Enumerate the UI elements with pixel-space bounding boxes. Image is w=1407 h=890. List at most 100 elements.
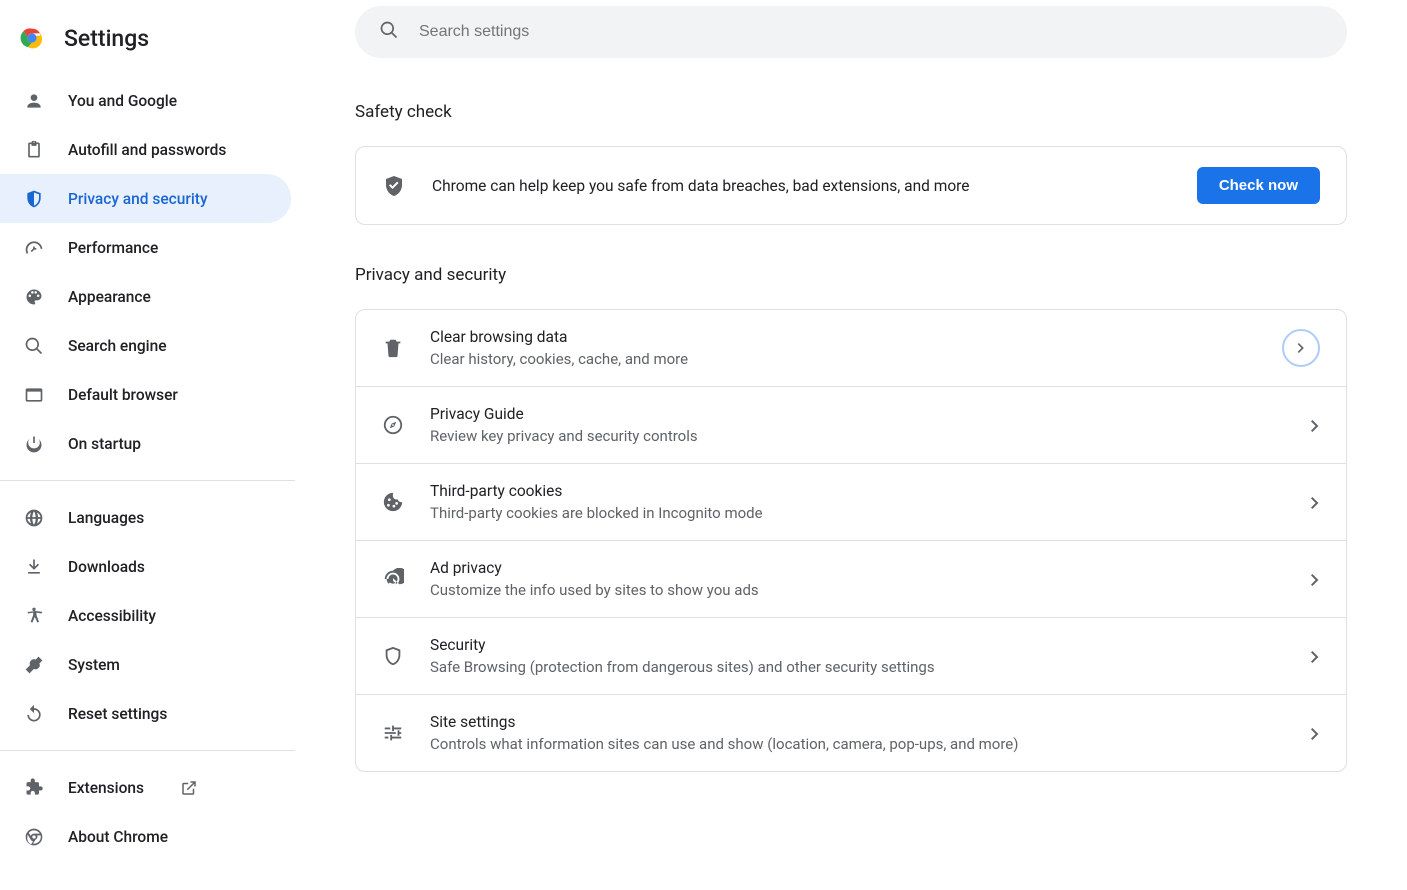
sidebar-item-label: System — [68, 656, 120, 674]
sidebar: Settings You and Google Autofill and pas… — [0, 0, 295, 890]
sidebar-item-performance[interactable]: Performance — [0, 223, 291, 272]
chrome-logo-icon — [18, 24, 46, 52]
search-icon — [24, 336, 44, 356]
shield-icon — [24, 189, 44, 209]
page-title: Settings — [64, 25, 149, 52]
safety-check-row: Chrome can help keep you safe from data … — [356, 147, 1346, 224]
restore-icon — [24, 704, 44, 724]
sidebar-item-label: You and Google — [68, 92, 177, 110]
row-subtitle: Controls what information sites can use … — [430, 735, 1284, 753]
sidebar-item-label: Appearance — [68, 288, 151, 306]
speedometer-icon — [24, 238, 44, 258]
shield-check-icon — [382, 174, 406, 198]
sidebar-item-label: Downloads — [68, 558, 145, 576]
sidebar-item-label: Privacy and security — [68, 190, 208, 208]
row-text: Security Safe Browsing (protection from … — [430, 636, 1284, 676]
row-subtitle: Safe Browsing (protection from dangerous… — [430, 658, 1284, 676]
sidebar-item-default-browser[interactable]: Default browser — [0, 370, 291, 419]
wrench-icon — [24, 655, 44, 675]
row-title: Ad privacy — [430, 559, 1284, 577]
sidebar-item-reset[interactable]: Reset settings — [0, 689, 291, 738]
row-third-party-cookies[interactable]: Third-party cookies Third-party cookies … — [356, 463, 1346, 540]
sidebar-item-label: Languages — [68, 509, 144, 527]
main-content: Safety check Chrome can help keep you sa… — [295, 0, 1407, 890]
row-title: Third-party cookies — [430, 482, 1284, 500]
cookie-icon — [382, 491, 404, 513]
power-icon — [24, 434, 44, 454]
chevron-right-icon — [1310, 497, 1320, 507]
row-text: Privacy Guide Review key privacy and sec… — [430, 405, 1284, 445]
shield-outline-icon — [382, 645, 404, 667]
chrome-outline-icon — [24, 827, 44, 847]
row-title: Security — [430, 636, 1284, 654]
row-subtitle: Clear history, cookies, cache, and more — [430, 350, 1256, 368]
row-subtitle: Review key privacy and security controls — [430, 427, 1284, 445]
search-bar[interactable] — [355, 6, 1347, 58]
extension-icon — [24, 778, 44, 798]
privacy-security-heading: Privacy and security — [355, 265, 1347, 285]
sidebar-item-languages[interactable]: Languages — [0, 493, 291, 542]
sidebar-item-system[interactable]: System — [0, 640, 291, 689]
sidebar-item-on-startup[interactable]: On startup — [0, 419, 291, 468]
row-site-settings[interactable]: Site settings Controls what information … — [356, 694, 1346, 771]
open-in-new-icon — [180, 779, 198, 797]
sidebar-nav: You and Google Autofill and passwords Pr… — [0, 76, 295, 861]
sidebar-item-downloads[interactable]: Downloads — [0, 542, 291, 591]
sidebar-item-label: Accessibility — [68, 607, 156, 625]
row-ad-privacy[interactable]: Ad privacy Customize the info used by si… — [356, 540, 1346, 617]
sliders-icon — [382, 722, 404, 744]
chevron-right-icon — [1310, 420, 1320, 430]
row-subtitle: Third-party cookies are blocked in Incog… — [430, 504, 1284, 522]
accessibility-icon — [24, 606, 44, 626]
sidebar-item-label: About Chrome — [68, 828, 168, 846]
row-privacy-guide[interactable]: Privacy Guide Review key privacy and sec… — [356, 386, 1346, 463]
person-icon — [24, 91, 44, 111]
chevron-right-icon — [1310, 651, 1320, 661]
clipboard-icon — [24, 140, 44, 160]
sidebar-item-search-engine[interactable]: Search engine — [0, 321, 291, 370]
sidebar-item-label: Performance — [68, 239, 158, 257]
privacy-security-card: Clear browsing data Clear history, cooki… — [355, 309, 1347, 772]
download-icon — [24, 557, 44, 577]
sidebar-item-accessibility[interactable]: Accessibility — [0, 591, 291, 640]
row-text: Third-party cookies Third-party cookies … — [430, 482, 1284, 522]
row-subtitle: Customize the info used by sites to show… — [430, 581, 1284, 599]
ad-privacy-icon — [382, 568, 404, 590]
sidebar-item-label: Reset settings — [68, 705, 167, 723]
sidebar-item-about[interactable]: About Chrome — [0, 812, 291, 861]
chevron-right-icon — [1310, 574, 1320, 584]
chevron-right-icon — [1310, 728, 1320, 738]
sidebar-item-privacy[interactable]: Privacy and security — [0, 174, 291, 223]
sidebar-item-you-and-google[interactable]: You and Google — [0, 76, 291, 125]
sidebar-item-label: Default browser — [68, 386, 178, 404]
search-input[interactable] — [419, 23, 1323, 41]
sidebar-item-label: Search engine — [68, 337, 167, 355]
sidebar-item-label: Autofill and passwords — [68, 141, 226, 159]
palette-icon — [24, 287, 44, 307]
chevron-right-icon — [1282, 329, 1320, 367]
safety-check-heading: Safety check — [355, 102, 1347, 122]
row-title: Privacy Guide — [430, 405, 1284, 423]
row-security[interactable]: Security Safe Browsing (protection from … — [356, 617, 1346, 694]
row-text: Site settings Controls what information … — [430, 713, 1284, 753]
divider — [0, 480, 295, 481]
row-text: Clear browsing data Clear history, cooki… — [430, 328, 1256, 368]
sidebar-item-appearance[interactable]: Appearance — [0, 272, 291, 321]
window-icon — [24, 385, 44, 405]
check-now-button[interactable]: Check now — [1197, 167, 1320, 204]
row-title: Site settings — [430, 713, 1284, 731]
sidebar-item-autofill[interactable]: Autofill and passwords — [0, 125, 291, 174]
search-icon — [379, 20, 399, 44]
globe-icon — [24, 508, 44, 528]
row-clear-browsing-data[interactable]: Clear browsing data Clear history, cooki… — [356, 310, 1346, 386]
safety-check-text: Chrome can help keep you safe from data … — [432, 177, 1171, 195]
sidebar-item-label: On startup — [68, 435, 141, 453]
safety-check-card: Chrome can help keep you safe from data … — [355, 146, 1347, 225]
sidebar-item-extensions[interactable]: Extensions — [0, 763, 291, 812]
row-title: Clear browsing data — [430, 328, 1256, 346]
row-text: Ad privacy Customize the info used by si… — [430, 559, 1284, 599]
trash-icon — [382, 337, 404, 359]
divider — [0, 750, 295, 751]
compass-icon — [382, 414, 404, 436]
sidebar-item-label: Extensions — [68, 779, 144, 797]
